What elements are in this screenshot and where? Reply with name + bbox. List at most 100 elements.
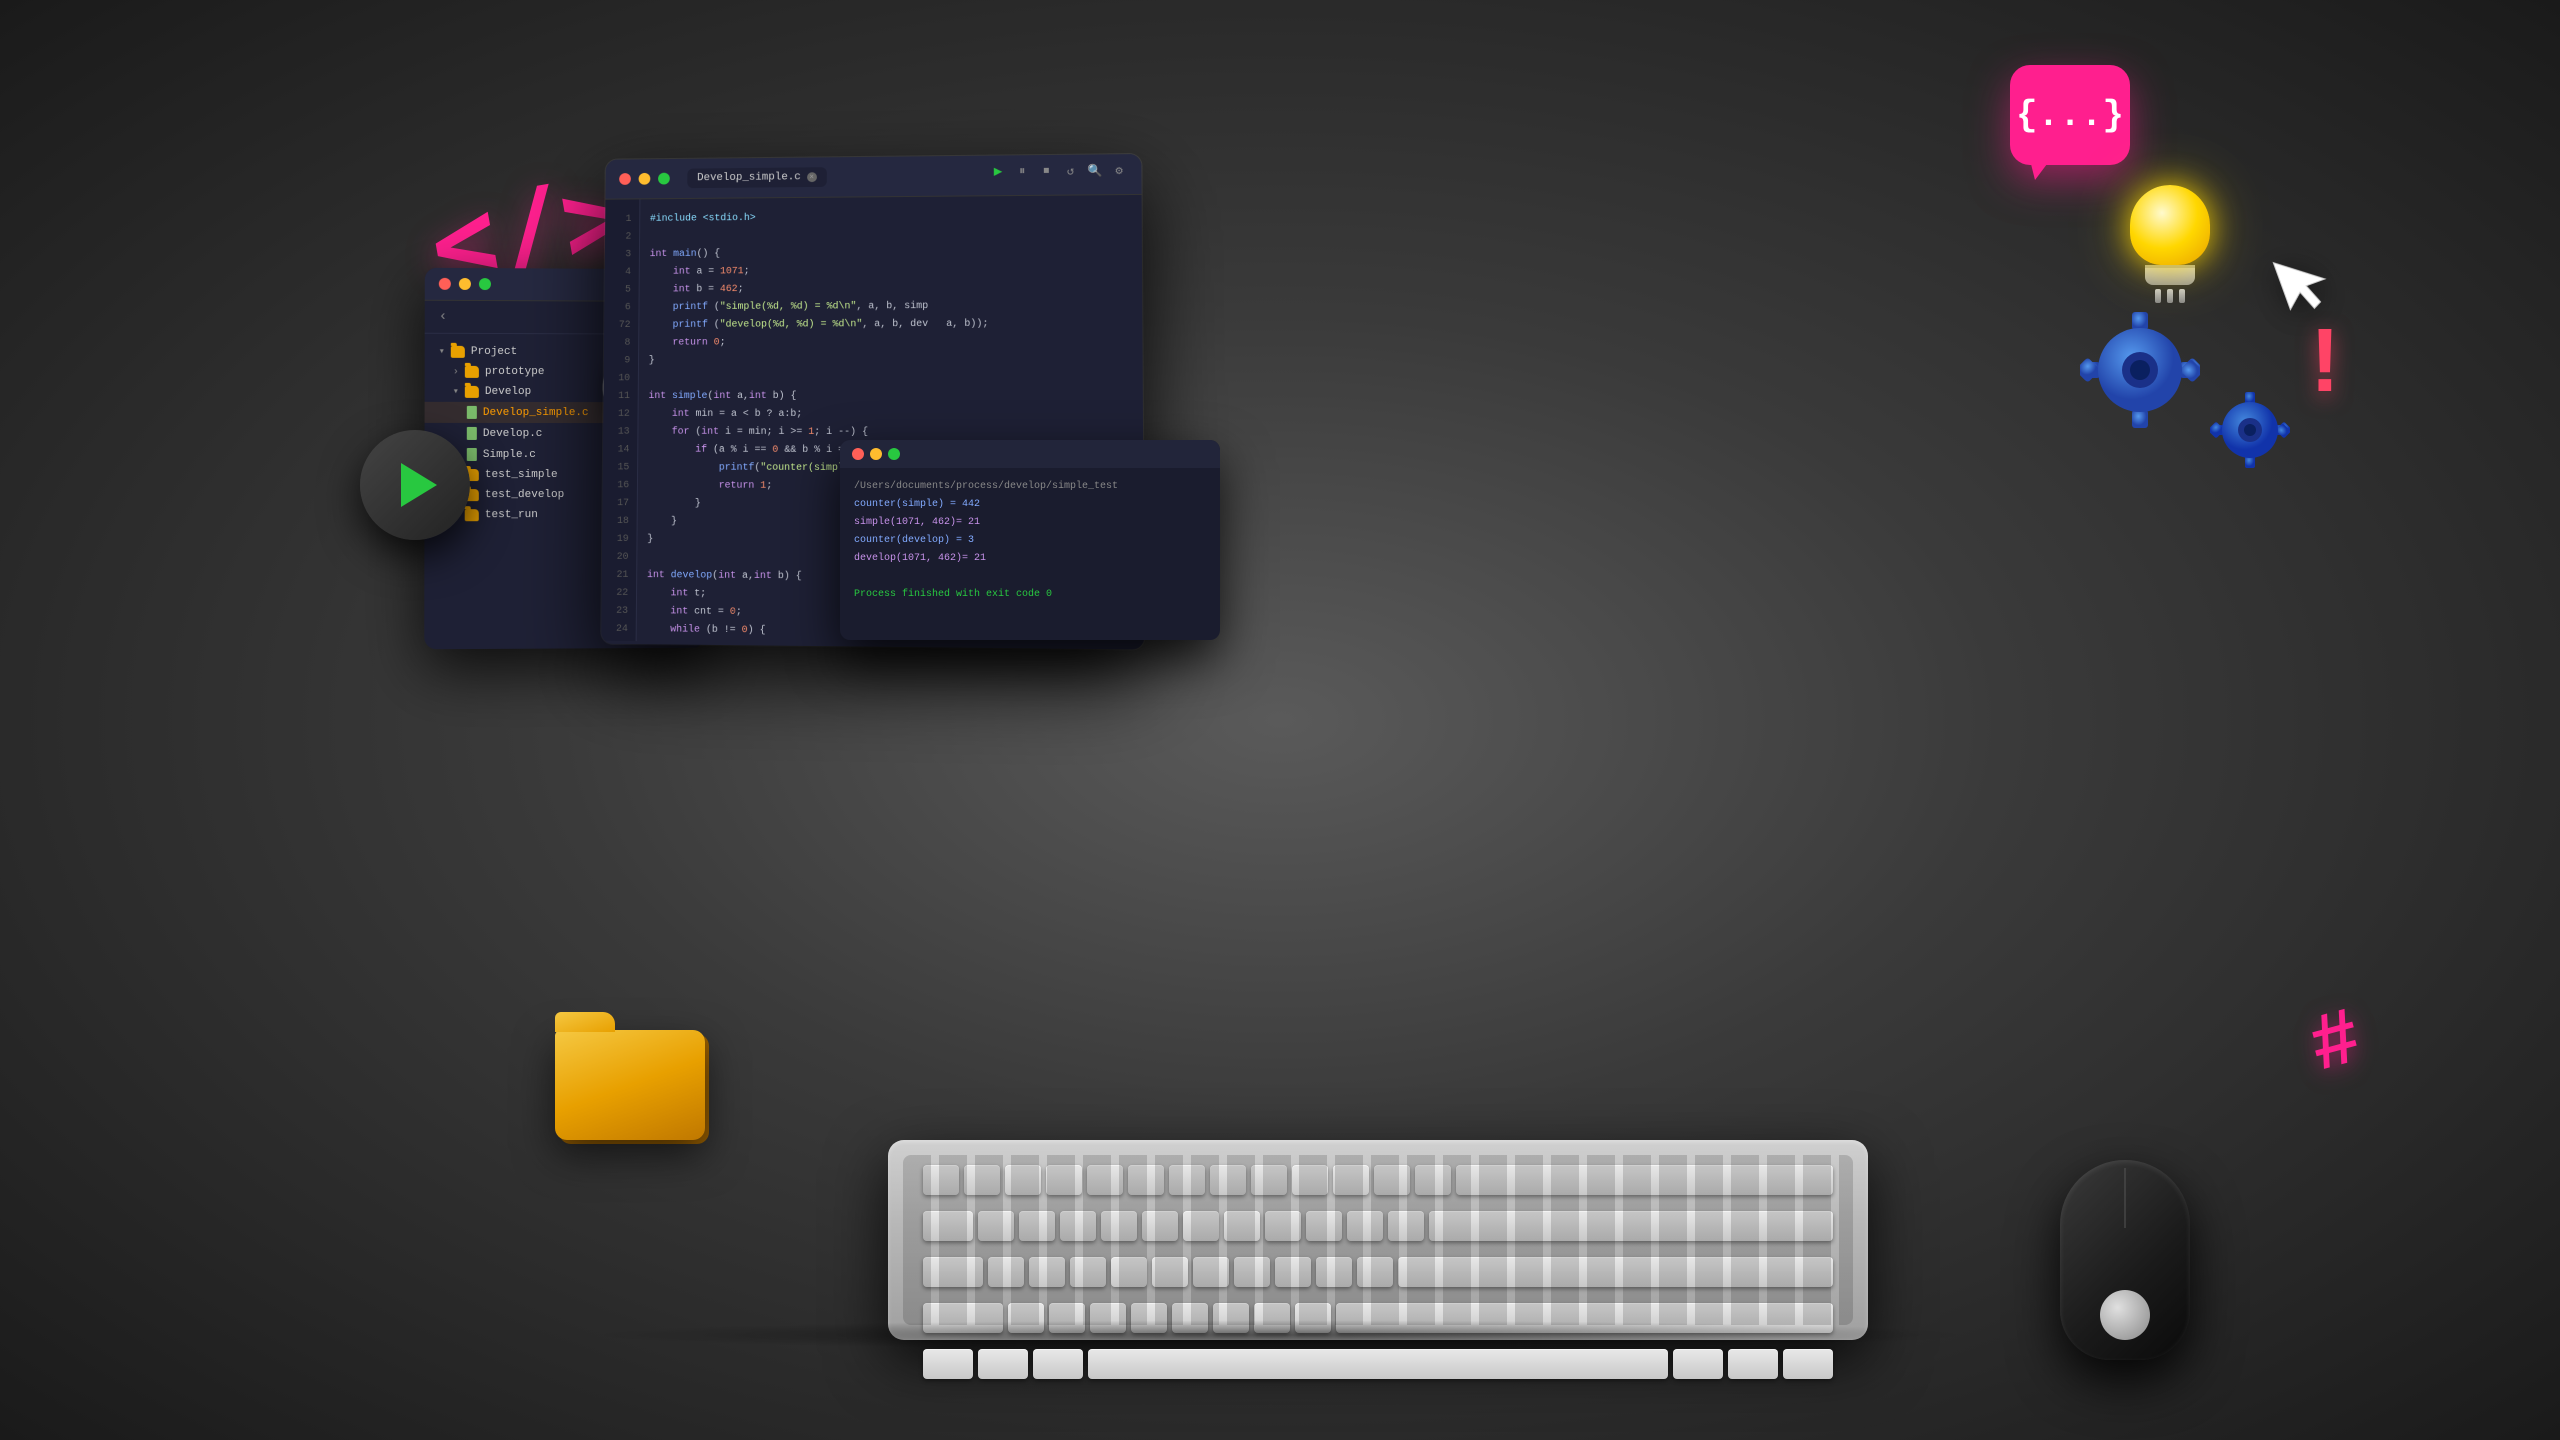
line-num-4: 4	[612, 264, 631, 282]
terminal-line-2: simple(1071, 462)= 21	[854, 514, 1206, 532]
gear-small-decoration	[2210, 390, 2290, 470]
file-icon-develop-simple-c	[467, 406, 477, 419]
tree-label-test-run: test_run	[485, 509, 538, 521]
editor-dot-yellow[interactable]	[639, 173, 651, 185]
line-num-10: 10	[611, 370, 630, 388]
key	[1087, 1165, 1123, 1195]
key	[1046, 1165, 1082, 1195]
line-num-7: 72	[612, 317, 631, 335]
play-disc-button[interactable]	[360, 430, 470, 540]
folder-3d-body	[555, 1030, 705, 1140]
key	[1193, 1257, 1229, 1287]
key-ctrl	[923, 1349, 973, 1379]
bubble-shape: {...}	[2010, 65, 2130, 165]
terminal-exit-status: Process finished with exit code 0	[854, 586, 1206, 604]
editor-dot-red[interactable]	[619, 173, 631, 185]
code-line-12: int min = a < b ? a:b;	[648, 406, 1132, 424]
code-line-5: int b = 462;	[649, 279, 1132, 299]
bulb-lines	[2110, 289, 2230, 303]
mouse-ball	[2100, 1290, 2150, 1340]
terminal-titlebar	[840, 440, 1220, 468]
code-line-9: }	[649, 352, 1133, 371]
tree-label-develop-simple-c: Develop_simple.c	[483, 406, 589, 418]
terminal-dot-yellow[interactable]	[870, 448, 882, 460]
key	[1142, 1211, 1178, 1241]
terminal-line-1: counter(simple) = 442	[854, 496, 1206, 514]
terminal-line-3: counter(develop) = 3	[854, 532, 1206, 550]
terminal-dot-red[interactable]	[852, 448, 864, 460]
line-num-9: 9	[612, 353, 631, 371]
code-line-7: printf ("develop(%d, %d) = %d\n", a, b, …	[649, 315, 1132, 335]
key	[1415, 1165, 1451, 1195]
file-icon-simple-c	[467, 448, 477, 461]
line-num-11: 11	[611, 388, 630, 406]
line-num-13: 13	[611, 424, 630, 442]
editor-stop-button[interactable]: ⏹	[1038, 163, 1054, 179]
tree-label-simple-c: Simple.c	[483, 448, 536, 460]
editor-toolbar: ▶ ⏸ ⏹ ↺ 🔍 ⚙	[990, 162, 1127, 179]
keyboard-row-1	[908, 1160, 1848, 1200]
folder-3d-tab	[555, 1012, 615, 1032]
line-num-19: 19	[610, 531, 629, 549]
key	[1234, 1257, 1270, 1287]
line-num-23: 23	[609, 603, 628, 621]
mouse-decoration	[2060, 1160, 2190, 1360]
editor-dot-green[interactable]	[658, 173, 670, 185]
folder-3d-decoration	[555, 1030, 715, 1160]
dot-green[interactable]	[479, 278, 491, 290]
bulb-line-3	[2179, 289, 2185, 303]
key	[1275, 1257, 1311, 1287]
editor-tab-close-button[interactable]: ×	[807, 172, 817, 182]
file-icon-develop-c	[467, 427, 477, 440]
chevron-icon-develop: ▾	[453, 386, 459, 398]
dot-red[interactable]	[439, 278, 451, 290]
key-fn	[1783, 1349, 1833, 1379]
bulb-line-1	[2155, 289, 2161, 303]
dot-yellow[interactable]	[459, 278, 471, 290]
editor-pause-button[interactable]: ⏸	[1014, 163, 1030, 179]
key	[1005, 1165, 1041, 1195]
bulb-base	[2145, 265, 2195, 285]
editor-tab-label: Develop_simple.c	[697, 171, 801, 184]
editor-play-button[interactable]: ▶	[990, 163, 1006, 179]
key	[1429, 1211, 1833, 1241]
tree-label-prototype: prototype	[485, 366, 544, 378]
editor-settings-button[interactable]: ⚙	[1111, 162, 1127, 178]
line-numbers: 1 2 3 4 5 6 72 8 9 10 11 12 13 14 15 16 …	[601, 199, 640, 641]
key	[978, 1211, 1014, 1241]
editor-search-button[interactable]: 🔍	[1087, 162, 1103, 178]
key	[1292, 1165, 1328, 1195]
chevron-icon-prototype: ›	[453, 366, 459, 377]
key	[964, 1165, 1000, 1195]
terminal-line-5	[854, 568, 1206, 586]
editor-refresh-button[interactable]: ↺	[1062, 163, 1078, 179]
key	[1398, 1257, 1833, 1287]
key	[1265, 1211, 1301, 1241]
key	[1388, 1211, 1424, 1241]
key	[1306, 1211, 1342, 1241]
key	[1224, 1211, 1260, 1241]
line-num-2: 2	[613, 229, 632, 247]
tree-back-icon[interactable]: ‹	[439, 309, 447, 325]
key	[1111, 1257, 1147, 1287]
code-line-10	[649, 370, 1133, 388]
line-num-22: 22	[609, 585, 628, 603]
key	[1169, 1165, 1205, 1195]
bubble-text: {...}	[2016, 95, 2124, 136]
terminal-dot-green[interactable]	[888, 448, 900, 460]
code-line-8: return 0;	[649, 333, 1132, 352]
key	[1183, 1211, 1219, 1241]
play-triangle-icon	[401, 463, 437, 507]
line-num-20: 20	[610, 549, 629, 567]
line-num-24: 24	[609, 621, 628, 639]
tree-label-project: Project	[471, 346, 517, 358]
editor-tab-develop-simple[interactable]: Develop_simple.c ×	[687, 167, 826, 188]
scene: </> {...}	[0, 0, 2560, 1440]
editor-titlebar: Develop_simple.c × ▶ ⏸ ⏹ ↺ 🔍 ⚙	[605, 154, 1141, 200]
folder-icon-prototype	[465, 366, 479, 378]
terminal-content: /Users/documents/process/develop/simple_…	[840, 468, 1220, 614]
key	[1210, 1165, 1246, 1195]
bulb-body	[2130, 185, 2210, 265]
line-num-14: 14	[611, 442, 630, 460]
line-num-3: 3	[613, 246, 632, 264]
